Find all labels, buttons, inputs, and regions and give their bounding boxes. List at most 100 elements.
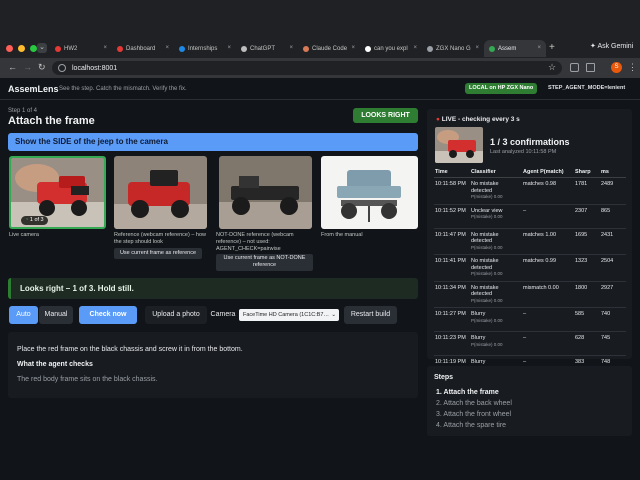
instruction-banner: Show the SIDE of the jeep to the camera (8, 133, 418, 151)
close-tab-icon[interactable]: × (227, 45, 231, 51)
chevron-down-icon: ⌄ (331, 312, 336, 318)
app-page: AssemLens See the step. Catch the mismat… (0, 78, 640, 480)
classifier-label: Unclear view (471, 207, 503, 214)
classifier-cell: No mistake detected P(mistake) 0.00 (470, 254, 522, 282)
use-frame-as-not-done-button[interactable]: Use current frame as NOT-DONE reference (216, 254, 313, 271)
latency-cell: 2431 (600, 228, 626, 255)
close-tab-icon[interactable]: × (103, 45, 107, 51)
classifier-cell: No mistake detected P(mistake) 0.00 (470, 228, 522, 255)
check-now-button[interactable]: Check now (79, 306, 137, 324)
profile-avatar[interactable]: S (611, 62, 622, 73)
classifier-cell: BlurryP(mistake) 0.00 (470, 307, 522, 332)
bookmark-star-icon[interactable]: ☆ (548, 62, 556, 73)
browser-tab[interactable]: Internships × (174, 40, 236, 57)
confirmations-count: 1 / 3 confirmations (490, 137, 570, 147)
url-text: localhost:8001 (72, 64, 118, 72)
manual-caption: From the manual (321, 232, 363, 238)
classifier-cell: BlurryP(mistake) 0.00 (470, 331, 522, 356)
app-tagline: See the step. Catch the mismatch. Verify… (59, 86, 187, 92)
camera-select[interactable]: FaceTime HD Camera (1C1C:B7… ⌄ (239, 309, 339, 321)
step-title: Attach the frame (8, 115, 95, 127)
step-list-item[interactable]: 2. Attach the back wheel (436, 398, 512, 409)
back-icon[interactable]: ← (8, 62, 17, 72)
browser-tab[interactable]: Assem × (484, 40, 546, 57)
extension-icon[interactable] (570, 63, 579, 72)
latency-cell: 2504 (600, 254, 626, 282)
confirmation-badge: ◔ 1 of 3 (21, 216, 48, 225)
steps-panel: Steps 1. Attach the frame 2. Attach the b… (427, 366, 632, 436)
classifier-label: Blurry (471, 335, 486, 341)
close-tab-icon[interactable]: × (413, 45, 417, 51)
agent-checks-text: The red body frame sits on the black cha… (17, 376, 158, 383)
time-cell: 10:11:47 PM (434, 228, 470, 255)
not-done-reference-image (219, 156, 312, 229)
live-panel-title-text: LIVE - checking every 3 s (441, 116, 520, 123)
mistake-probability: P(mistake) 0.00 (471, 271, 503, 276)
verdict-button[interactable]: LOOKS RIGHT (353, 108, 418, 123)
browser-tab-label: Assem (498, 45, 517, 52)
ask-gemini-button[interactable]: ✦ Ask Gemini (590, 42, 633, 50)
browser-tab[interactable]: ZGX Nano G × (422, 40, 484, 57)
agent-mode-label: STEP_AGENT_MODE=lenient (548, 85, 626, 91)
classifier-cell: No mistake detected P(mistake) 0.00 (470, 177, 522, 205)
close-tab-icon[interactable]: × (351, 45, 355, 51)
live-check-panel: ● LIVE - checking every 3 s 1 / 3 confir… (427, 109, 632, 380)
table-row: 10:11:58 PM No mistake detected P(mistake)… (434, 177, 626, 205)
extensions-puzzle-icon[interactable] (586, 63, 595, 72)
browser-tab[interactable]: Dashboard × (112, 40, 174, 57)
app-name: AssemLens (8, 84, 59, 94)
tab-favicon-icon (427, 45, 433, 52)
table-row: 10:11:23 PM Blurry P(mistake) 0.00–628 745 (434, 331, 626, 356)
browser-tab[interactable]: ChatGPT × (236, 40, 298, 57)
time-cell: 10:11:23 PM (434, 331, 470, 356)
restart-build-button[interactable]: Restart build (344, 306, 397, 324)
close-tab-icon[interactable]: × (289, 45, 293, 51)
close-window-icon[interactable] (6, 45, 13, 52)
browser-tab-label: can you expl (374, 45, 408, 52)
latency-cell: 745 (600, 331, 626, 356)
minimize-window-icon[interactable] (18, 45, 25, 52)
close-tab-icon[interactable]: × (537, 45, 541, 51)
manual-illustration (321, 156, 418, 229)
tab-search-icon[interactable]: ⌄ (37, 43, 47, 53)
manual-mode-button[interactable]: Manual (39, 306, 73, 324)
table-row: 10:11:27 PM Blurry P(mistake) 0.00–585 740 (434, 307, 626, 332)
step-list-item[interactable]: 1. Attach the frame (436, 387, 512, 398)
site-info-icon[interactable] (58, 64, 66, 72)
table-row: 10:11:52 PM Unclear view P(mistake) 0.00–2… (434, 204, 626, 229)
address-bar[interactable]: localhost:8001 (52, 61, 562, 75)
browser-tab[interactable]: Claude Code × (298, 40, 360, 57)
time-cell: 10:11:41 PM (434, 254, 470, 282)
browser-tab-label: HW2 (64, 45, 78, 52)
latency-cell: 740 (600, 307, 626, 332)
upload-photo-button[interactable]: Upload a photo (145, 306, 207, 324)
browser-tab[interactable]: HW2 × (50, 40, 112, 57)
analysis-history-table: Time Classifier Agent P(match) Sharp ms … (434, 167, 626, 380)
close-tab-icon[interactable]: × (475, 45, 479, 51)
auto-mode-button[interactable]: Auto (9, 306, 38, 324)
ask-gemini-label: Ask Gemini (597, 43, 634, 50)
reload-icon[interactable]: ↻ (38, 62, 46, 73)
step-list-item[interactable]: 4. Attach the spare tire (436, 420, 512, 431)
table-header-row: Time Classifier Agent P(match) Sharp ms (434, 167, 626, 178)
step-counter: Step 1 of 4 (8, 108, 38, 114)
latency-cell: 2489 (600, 177, 626, 205)
classifier-label: No mistake detected (471, 231, 499, 245)
agent-match-cell: matches 0.98 (522, 177, 574, 205)
browser-tab[interactable]: can you expl × (360, 40, 422, 57)
step-list-item[interactable]: 3. Attach the front wheel (436, 409, 512, 420)
use-frame-as-reference-button[interactable]: Use current frame as reference (114, 248, 202, 259)
time-cell: 10:11:58 PM (434, 177, 470, 205)
mistake-probability: P(mistake) 0.00 (471, 297, 503, 303)
forward-icon[interactable]: → (23, 62, 32, 72)
classifier-cell: No mistake detected P(mistake) 0.00 (470, 281, 522, 308)
reference-caption: Reference (webcam reference) – how the s… (114, 232, 207, 245)
confirmation-badge-label: 1 of 3 (29, 217, 44, 223)
agent-match-cell: mismatch 0.00 (522, 281, 574, 308)
close-tab-icon[interactable]: × (165, 45, 169, 51)
browser-menu-icon[interactable]: ⋮ (628, 62, 637, 73)
maximize-window-icon[interactable] (30, 45, 37, 52)
tab-list: HW2 × Dashboard × Internships × ChatGPT × Claude… (50, 40, 546, 57)
new-tab-button[interactable]: + (549, 42, 555, 53)
not-done-photo (219, 156, 312, 229)
